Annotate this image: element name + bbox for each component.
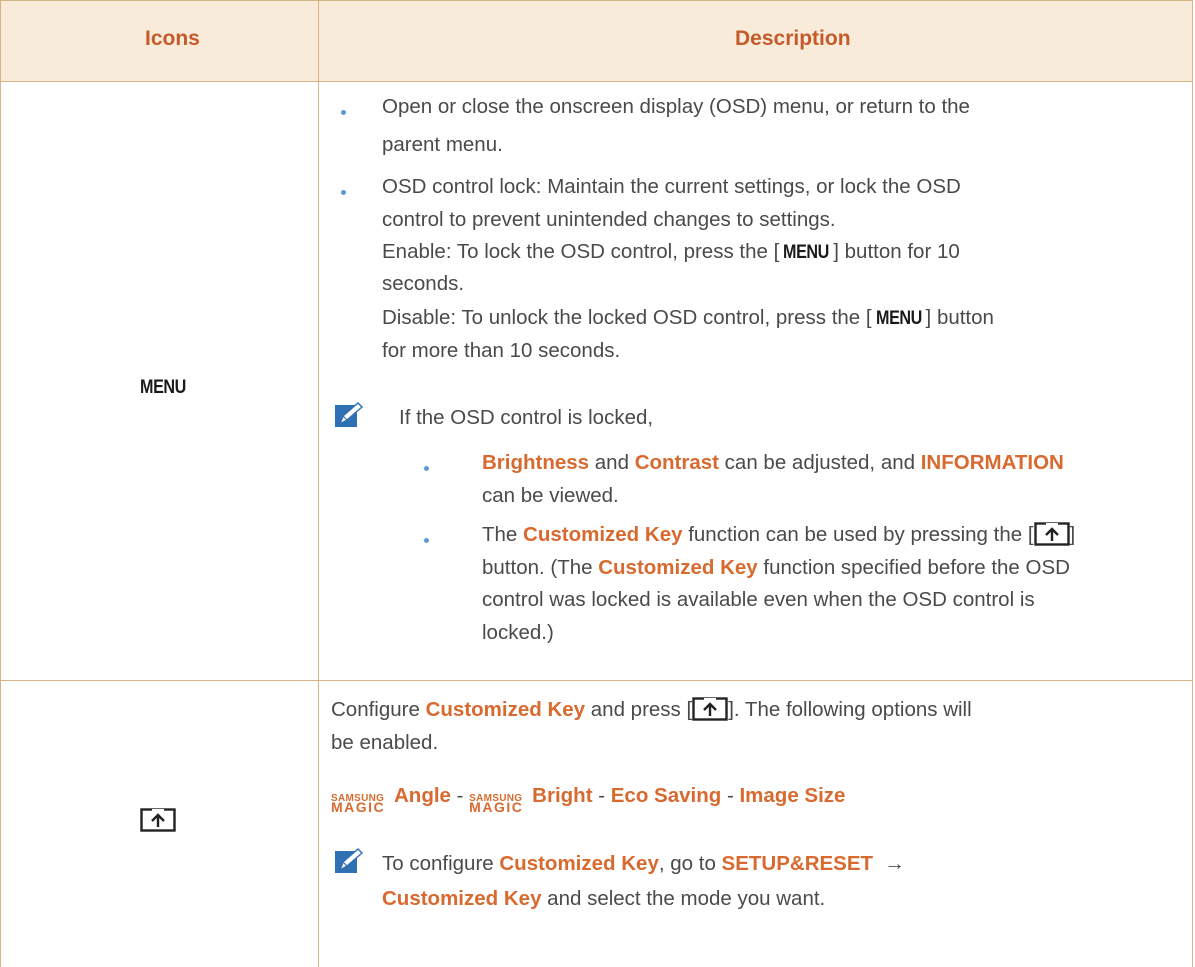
disable-line-cont: for more than 10 seconds. (382, 339, 621, 362)
menu-key-label: MENU (140, 377, 186, 398)
lock-desc-line: OSD control lock: Maintain the current s… (382, 175, 961, 198)
icons-description-table: Icons Description MENU Open or close the… (0, 0, 1193, 967)
bullet (341, 190, 346, 195)
enable-line: Enable: To lock the OSD control, press t… (382, 240, 960, 263)
note-text: If the OSD control is locked, (399, 406, 654, 429)
bullet (424, 538, 429, 543)
customized-key-line-4: locked.) (482, 621, 554, 644)
configure-line-cont: be enabled. (331, 731, 439, 754)
samsung-magic-logo: SAMSUNG MAGIC (469, 793, 524, 815)
customized-key-icon (692, 697, 728, 721)
header-icons: Icons (145, 27, 200, 50)
note-configure-line-cont: Customized Key and select the mode you w… (382, 887, 826, 910)
header-description: Description (735, 27, 851, 50)
menu-desc-line: parent menu. (382, 133, 503, 156)
locked-features-line: Brightness and Contrast can be adjusted,… (482, 451, 1064, 474)
menu-desc-line: Open or close the onscreen display (OSD)… (382, 95, 970, 118)
table-header: Icons Description (0, 0, 1193, 82)
locked-features-line-cont: can be viewed. (482, 484, 619, 507)
customized-key-icon (140, 808, 176, 832)
bullet (424, 466, 429, 471)
option-image-size: Image Size (739, 784, 846, 807)
lock-desc-line: control to prevent unintended changes to… (382, 208, 836, 231)
option-eco-saving: Eco Saving (610, 784, 722, 807)
samsung-magic-logo: SAMSUNG MAGIC (331, 793, 386, 815)
customized-key-line-3: control was locked is available even whe… (482, 588, 1035, 611)
column-divider (318, 0, 319, 967)
note-icon (335, 402, 364, 427)
option-bright: Bright (532, 784, 593, 807)
row-divider (0, 680, 1193, 681)
customized-key-line-2: button. (The Customized Key function spe… (482, 556, 1070, 579)
option-angle: Angle (394, 784, 451, 807)
note-configure-line: To configure Customized Key, go to SETUP… (382, 852, 905, 875)
options-line: SAMSUNG MAGIC Angle - SAMSUNG MAGIC Bright -… (331, 781, 846, 815)
customized-key-icon (1033, 522, 1070, 546)
bullet (341, 110, 346, 115)
configure-line: Configure Customized Key and press []. T… (331, 697, 972, 721)
enable-line-cont: seconds. (382, 272, 465, 295)
note-icon (335, 848, 364, 873)
table-border-left (0, 0, 1, 967)
customized-key-line: The Customized Key function can be used … (482, 522, 1076, 546)
table-border-right (1192, 0, 1193, 967)
disable-line: Disable: To unlock the locked OSD contro… (382, 306, 994, 329)
